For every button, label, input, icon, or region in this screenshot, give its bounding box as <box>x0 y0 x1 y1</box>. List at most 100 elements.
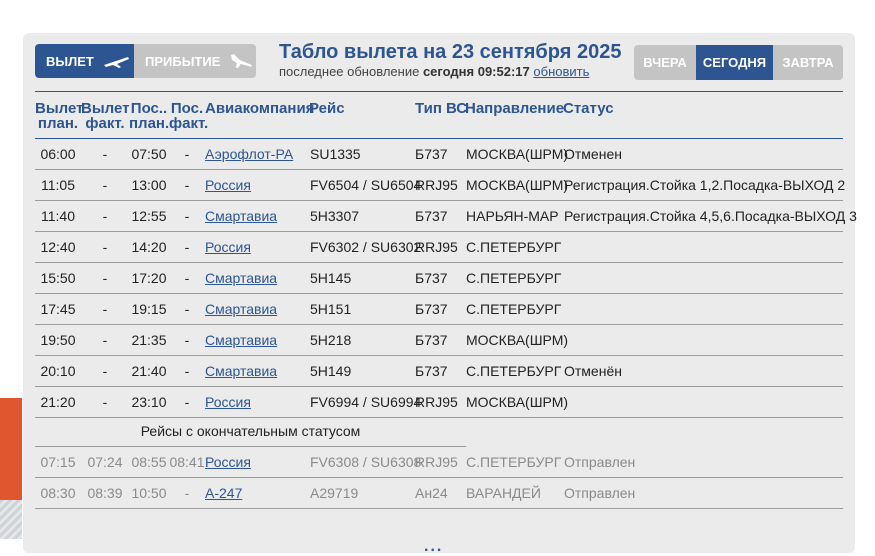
cell-flight: 5H3307 <box>310 208 360 224</box>
cell-arr-plan: 12:55 <box>131 208 167 224</box>
cell-airline[interactable]: Смартавиа <box>205 270 277 286</box>
col-header-flight: Рейс <box>309 100 345 117</box>
header-top-divider <box>35 91 843 92</box>
col-header-airline: Авиакомпания <box>205 100 315 117</box>
cell-dep-plan: 11:05 <box>41 177 75 193</box>
cell-status: Отправлен <box>564 485 636 501</box>
last-update-line: последнее обновление сегодня 09:52:17 об… <box>279 64 589 79</box>
cell-dep-fact: 08:39 <box>87 485 123 501</box>
cell-arr-fact: 08:41 <box>169 454 205 470</box>
tomorrow-button[interactable]: ЗАВТРА <box>773 45 843 80</box>
flight-board-panel: ВЫЛЕТ ПРИБЫТИЕ Табло вылета на 23 сентяб… <box>23 33 857 555</box>
cell-arr-fact: - <box>184 208 190 224</box>
cell-dep-plan: 21:20 <box>40 394 76 410</box>
col-header-status: Статус <box>563 100 614 117</box>
departure-tab[interactable]: ВЫЛЕТ <box>35 44 134 78</box>
cell-destination: МОСКВА(ШРМ) <box>466 332 569 348</box>
cell-destination: С.ПЕТЕРБУРГ <box>466 363 562 379</box>
board-title: Табло вылета на 23 сентября 2025 <box>279 41 622 63</box>
table-row: 07:15 07:24 08:55 08:41 Россия FV6308 / SU630… <box>35 447 843 478</box>
cell-airline[interactable]: А-247 <box>205 485 242 501</box>
cell-arr-plan: 19:15 <box>131 301 167 317</box>
arrival-tab[interactable]: ПРИБЫТИЕ <box>134 44 256 78</box>
cell-aircraft: Ан24 <box>415 485 448 501</box>
cell-arr-fact: - <box>184 177 190 193</box>
cell-destination: С.ПЕТЕРБУРГ <box>466 239 562 255</box>
cell-arr-fact: - <box>184 363 190 379</box>
table-row: 11:05-13:00- Россия FV6504 / SU6504 RRJ95 МО… <box>35 170 846 201</box>
plane-arrival-icon <box>231 54 253 68</box>
direction-toggle: ВЫЛЕТ ПРИБЫТИЕ <box>35 44 256 78</box>
table-row: 11:40-12:55- Смартавиа 5H3307 Б737 НАРЬЯН-МА… <box>35 201 857 232</box>
cell-destination: С.ПЕТЕРБУРГ <box>466 301 562 317</box>
cell-airline[interactable]: Смартавиа <box>205 363 277 379</box>
cell-aircraft: RRJ95 <box>415 394 458 410</box>
cell-airline[interactable]: Смартавиа <box>205 301 277 317</box>
cell-airline[interactable]: Смартавиа <box>205 332 277 348</box>
cell-dep-fact: - <box>102 394 108 410</box>
cell-aircraft: Б737 <box>415 208 448 224</box>
cell-aircraft: Б737 <box>415 146 448 162</box>
table-row: 15:50-17:20- Смартавиа 5H145 Б737 С.ПЕТЕРБУР… <box>35 263 843 294</box>
table-row: 17:45-19:15- Смартавиа 5H151 Б737 С.ПЕТЕРБУР… <box>35 294 843 325</box>
day-selector: ВЧЕРА СЕГОДНЯ ЗАВТРА <box>634 45 843 80</box>
cell-dep-fact: - <box>102 177 108 193</box>
cell-airline[interactable]: Смартавиа <box>205 208 277 224</box>
cell-flight: FV6994 / SU6994 <box>310 394 422 410</box>
update-time: сегодня 09:52:17 <box>422 64 530 79</box>
cell-flight: FV6302 / SU6302 <box>310 239 422 255</box>
final-status-caption: Рейсы с окончательным статусом <box>35 417 466 447</box>
plane-departure-icon <box>103 57 129 68</box>
col-header-aircraft: Тип ВС <box>415 100 468 117</box>
cell-destination: С.ПЕТЕРБУРГ <box>466 454 562 470</box>
cell-status: Регистрация.Стойка 1,2.Посадка-ВЫХОД 2 <box>564 177 846 193</box>
cell-airline[interactable]: Россия <box>205 239 251 255</box>
refresh-link[interactable]: обновить <box>533 64 589 79</box>
cell-destination: С.ПЕТЕРБУРГ <box>466 270 562 286</box>
cell-dep-plan: 17:45 <box>40 301 76 317</box>
cell-dep-fact: 07:24 <box>87 454 123 470</box>
cell-dep-fact: - <box>102 270 108 286</box>
cell-status: Отменён <box>564 363 622 379</box>
cell-status: Отправлен <box>564 454 636 470</box>
cell-dep-fact: - <box>102 146 108 162</box>
cell-dep-plan: 15:50 <box>40 270 76 286</box>
yesterday-button[interactable]: ВЧЕРА <box>634 45 696 80</box>
col-header-arr-plan: Пос.. план. <box>129 100 170 132</box>
cell-aircraft: RRJ95 <box>415 177 458 193</box>
departure-tab-label: ВЫЛЕТ <box>46 53 94 69</box>
cell-flight: A29719 <box>310 485 359 501</box>
cell-aircraft: Б737 <box>415 363 448 379</box>
table-row: 08:30 08:39 10:50 - А-247 A29719 Ан24 ВАРАНДЕЙ О… <box>35 478 843 509</box>
cell-arr-plan: 21:40 <box>131 363 167 379</box>
cell-arr-fact: - <box>184 146 190 162</box>
cell-flight: 5H149 <box>310 363 352 379</box>
cell-arr-fact: - <box>184 485 190 501</box>
cell-arr-fact: - <box>184 332 190 348</box>
cell-dep-plan: 06:00 <box>40 146 76 162</box>
cell-airline[interactable]: Россия <box>205 454 251 470</box>
today-button[interactable]: СЕГОДНЯ <box>696 45 773 80</box>
decorative-pattern-strip <box>0 500 22 539</box>
cell-aircraft: Б737 <box>415 301 448 317</box>
col-header-destination: Направление <box>465 100 565 117</box>
table-row: 20:10-21:40- Смартавиа 5H149 Б737 С.ПЕТЕРБУР… <box>35 356 843 387</box>
cell-airline[interactable]: Аэрофлот-РА <box>205 146 293 162</box>
cell-flight: 5H218 <box>310 332 352 348</box>
cell-arr-plan: 13:00 <box>131 177 167 193</box>
cell-arr-plan: 23:10 <box>131 394 167 410</box>
cell-dep-plan: 19:50 <box>40 332 76 348</box>
cell-arr-plan: 07:50 <box>131 146 167 162</box>
table-row: 19:50-21:35- Смартавиа 5H218 Б737 МОСКВА(ШРМ… <box>35 325 843 356</box>
more-indicator: ... <box>424 538 444 555</box>
cell-destination: ВАРАНДЕЙ <box>466 485 541 501</box>
cell-arr-plan: 08:55 <box>131 454 167 470</box>
cell-arr-plan: 10:50 <box>131 485 167 501</box>
cell-destination: МОСКВА(ШРМ) <box>466 394 569 410</box>
cell-destination: НАРЬЯН-МАР <box>466 208 559 224</box>
cell-dep-fact: - <box>102 332 108 348</box>
cell-airline[interactable]: Россия <box>205 394 251 410</box>
cell-aircraft: Б737 <box>415 270 448 286</box>
cell-status: Отменен <box>564 146 622 162</box>
cell-airline[interactable]: Россия <box>205 177 251 193</box>
